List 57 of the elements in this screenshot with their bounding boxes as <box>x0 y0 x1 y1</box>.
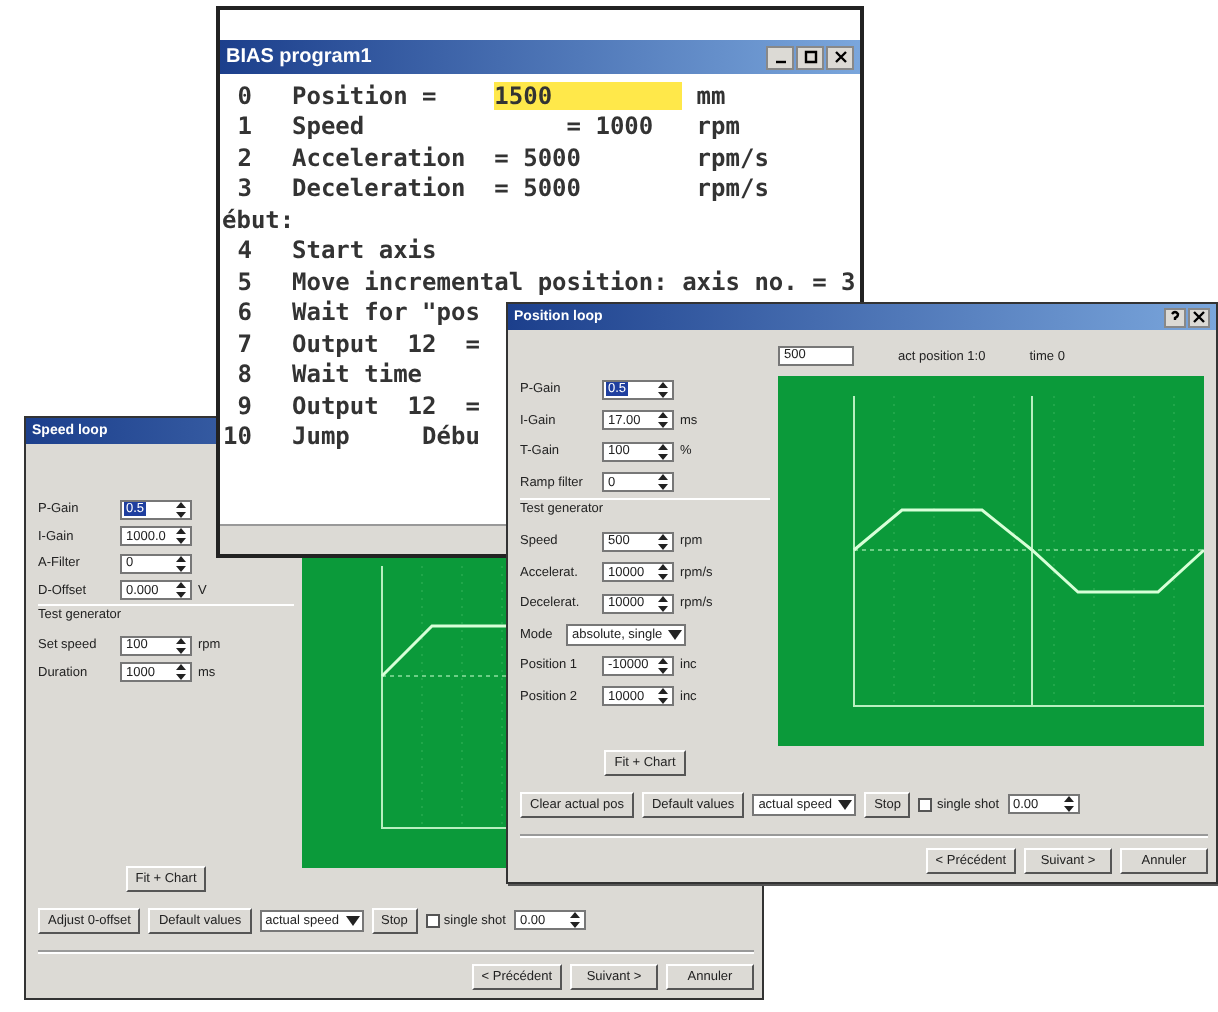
maximize-icon <box>803 50 817 64</box>
spin-arrows-icon <box>174 499 188 520</box>
code-text: Jump Débu <box>292 422 480 451</box>
spin-arrows-icon <box>656 593 670 614</box>
unit-label: mm <box>696 81 726 110</box>
spin-arrows-icon <box>656 472 670 493</box>
spin-arrows-icon <box>174 635 188 656</box>
close-button[interactable] <box>826 45 854 69</box>
spin-arrows-icon <box>656 441 670 462</box>
spin-arrows-icon <box>174 662 188 683</box>
line-number: 4 <box>235 236 252 265</box>
code-text: Deceleration = 5000 rpm/s <box>292 174 769 203</box>
value-field[interactable]: 1500 <box>494 81 683 110</box>
caret-icon <box>345 915 360 925</box>
spin-arrows-icon <box>174 580 188 601</box>
close-icon <box>1192 310 1206 324</box>
line-number: 10 <box>222 422 252 451</box>
spin-arrows-icon <box>656 686 670 707</box>
code-text: Wait for "pos <box>292 298 480 327</box>
code-text: Output 12 = <box>292 329 480 358</box>
spin-arrows-icon <box>174 553 188 574</box>
spin-arrows-icon <box>656 562 670 583</box>
checkbox[interactable] <box>918 797 933 811</box>
spin-arrows-icon <box>656 410 670 431</box>
minimize-button[interactable] <box>766 45 794 69</box>
caret-icon <box>668 629 683 640</box>
code-text: Wait time <box>292 360 423 389</box>
close-icon <box>833 50 847 64</box>
code-label: ébut: <box>222 205 295 234</box>
line-number: 7 <box>235 329 252 358</box>
spin-arrows-icon <box>567 910 582 930</box>
spin-arrows-icon <box>656 379 670 400</box>
spin-arrows-icon <box>656 531 670 552</box>
spin-arrows-icon <box>656 655 670 676</box>
checkbox[interactable] <box>425 913 440 927</box>
line-number: 8 <box>235 360 252 389</box>
code-text: Speed = 1000 rpm <box>292 112 740 141</box>
line-number: 3 <box>235 174 252 203</box>
maximize-button[interactable] <box>796 45 824 69</box>
spin-arrows-icon <box>174 526 188 547</box>
help-icon <box>1168 310 1182 324</box>
window-title: BIAS program1 <box>226 46 372 68</box>
code-text: Position = <box>292 81 439 110</box>
line-number: 5 <box>235 267 252 296</box>
code-text: Start axis <box>292 236 437 265</box>
line-number: 9 <box>235 391 252 420</box>
code-text: Acceleration = 5000 rpm/s <box>292 143 769 172</box>
spin-arrows-icon <box>1061 794 1076 814</box>
line-number: 0 <box>235 81 252 110</box>
caret-icon <box>838 799 853 809</box>
code-text: Move incremental position: axis no. = 3 <box>292 267 856 296</box>
line-number: 2 <box>235 143 252 172</box>
code-text: Output 12 = <box>292 391 480 420</box>
close-button[interactable] <box>1188 307 1210 327</box>
help-button[interactable] <box>1164 307 1186 327</box>
line-number: 6 <box>235 298 252 327</box>
line-number: 1 <box>235 112 252 141</box>
